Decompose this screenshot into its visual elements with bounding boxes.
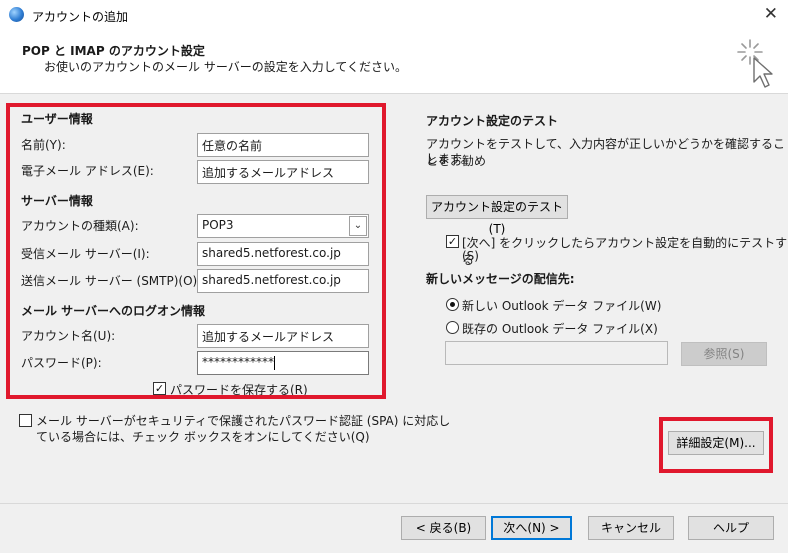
spa-label-line2[interactable]: ている場合には、チェック ボックスをオンにしてください(Q): [36, 428, 370, 445]
page-title: POP と IMAP のアカウント設定: [22, 44, 205, 58]
existing-data-file-label[interactable]: 既存の Outlook データ ファイル(X): [462, 320, 658, 337]
existing-data-file-radio[interactable]: [446, 321, 459, 334]
new-data-file-radio[interactable]: [446, 298, 459, 311]
cancel-button[interactable]: キャンセル: [588, 516, 674, 540]
window-title: アカウントの追加: [32, 10, 129, 24]
test-desc-line2: します。: [426, 152, 473, 166]
close-icon[interactable]: ✕: [764, 4, 778, 24]
auto-test-label-line1[interactable]: [次へ] をクリックしたらアカウント設定を自動的にテストする: [462, 234, 788, 268]
spa-label-line1[interactable]: メール サーバーがセキュリティで保護されたパスワード認証 (SPA) に対応し: [36, 412, 450, 429]
outlook-globe-icon: [9, 7, 24, 22]
dialog-header: POP と IMAP のアカウント設定 お使いのアカウントのメール サーバーの設…: [0, 32, 788, 94]
highlight-more-settings: [659, 417, 773, 473]
cursor-click-icon: [737, 39, 773, 88]
delivery-heading: 新しいメッセージの配信先:: [426, 272, 575, 286]
footer-divider: [0, 503, 788, 504]
test-heading: アカウント設定のテスト: [426, 114, 559, 128]
auto-test-label-line2[interactable]: (S): [462, 249, 479, 263]
highlight-left-panel: [6, 103, 386, 399]
back-button[interactable]: < 戻る(B): [401, 516, 486, 540]
spa-checkbox[interactable]: [19, 414, 32, 427]
test-desc-line1: アカウントをテストして、入力内容が正しいかどうかを確認することをお勧め: [426, 137, 786, 168]
auto-test-checkbox[interactable]: ✓: [446, 235, 459, 248]
new-data-file-label[interactable]: 新しい Outlook データ ファイル(W): [462, 297, 661, 314]
existing-data-file-path[interactable]: [445, 341, 668, 365]
help-button[interactable]: ヘルプ: [688, 516, 774, 540]
page-subtitle: お使いのアカウントのメール サーバーの設定を入力してください。: [44, 60, 407, 74]
title-bar: アカウントの追加 ✕: [0, 0, 788, 32]
next-button[interactable]: 次へ(N) >: [491, 516, 572, 540]
browse-button[interactable]: 参照(S): [681, 342, 767, 366]
test-account-button[interactable]: アカウント設定のテスト(T): [426, 195, 568, 236]
